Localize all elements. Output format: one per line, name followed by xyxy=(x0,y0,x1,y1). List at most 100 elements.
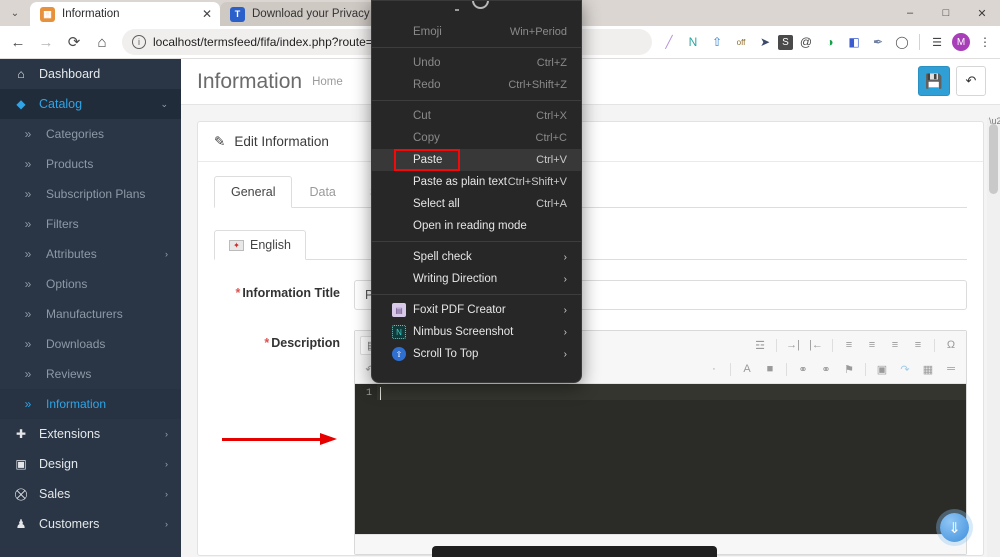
reading-list-icon[interactable]: ☰ xyxy=(926,30,948,54)
home-icon[interactable]: ⌂ xyxy=(88,28,116,56)
context-menu-item-paste-as-plain-text[interactable]: Paste as plain text Ctrl+Shift+V xyxy=(372,171,581,193)
table-icon[interactable]: ▦ xyxy=(918,360,938,379)
unlink-icon[interactable]: ⚭ xyxy=(816,360,836,379)
sidebar-item-label: Manufacturers xyxy=(46,307,123,321)
special-character-icon[interactable]: Ω xyxy=(941,336,961,355)
close-window-icon[interactable]: ✕ xyxy=(964,0,1000,26)
browser-menu-icon[interactable]: ⋮ xyxy=(974,30,996,54)
sidebar-item-customers[interactable]: ♟ Customers › xyxy=(0,509,181,539)
sidebar-item-categories[interactable]: » Categories xyxy=(0,119,181,149)
chevron-right-icon: › xyxy=(563,304,567,316)
context-menu-item-paste[interactable]: Paste Ctrl+V xyxy=(372,149,581,171)
breadcrumb[interactable]: Home xyxy=(312,76,343,88)
sidebar-item-options[interactable]: » Options xyxy=(0,269,181,299)
context-menu-item-select-all[interactable]: Select all Ctrl+A xyxy=(372,193,581,215)
text-caret xyxy=(380,387,381,400)
align-justify-icon[interactable]: ≡ xyxy=(908,336,928,355)
text-color-icon[interactable]: A xyxy=(737,360,757,379)
align-left-icon[interactable]: ≡ xyxy=(839,336,859,355)
link-icon[interactable]: ⚭ xyxy=(793,360,813,379)
sidebar-item-reviews[interactable]: » Reviews xyxy=(0,359,181,389)
stack-icon[interactable]: ✒ xyxy=(867,30,889,54)
context-menu-item-open-in-reading-mode[interactable]: Open in reading mode xyxy=(372,215,581,237)
reload-icon[interactable]: ⟳ xyxy=(60,28,88,56)
indent-icon[interactable]: |← xyxy=(806,336,826,355)
scrollbar-thumb[interactable] xyxy=(989,124,998,194)
forward-icon[interactable]: → xyxy=(32,28,60,56)
context-menu-item-emoji[interactable]: Emoji Win+Period xyxy=(372,21,581,43)
sidebar-item-extensions[interactable]: ✚ Extensions › xyxy=(0,419,181,449)
sidebar-item-manufacturers[interactable]: » Manufacturers xyxy=(0,299,181,329)
anchor-icon[interactable]: ⚑ xyxy=(839,360,859,379)
bullet-list-icon[interactable]: ☲ xyxy=(750,336,770,355)
menu-item-label: Emoji xyxy=(413,26,442,38)
adblock-off-icon[interactable]: ◑ xyxy=(819,30,841,54)
spiral-icon[interactable]: @ xyxy=(795,30,817,54)
site-info-icon[interactable]: i xyxy=(132,35,146,49)
back-button[interactable]: ↶ xyxy=(956,66,986,96)
bag-icon[interactable]: ◯ xyxy=(891,30,913,54)
image-icon[interactable]: ▣ xyxy=(872,360,892,379)
sidebar-item-dashboard[interactable]: ⌂ Dashboard xyxy=(0,59,181,89)
context-menu-item-undo[interactable]: Undo Ctrl+Z xyxy=(372,52,581,74)
sidebar-item-catalog[interactable]: ◆ Catalog ⌄ xyxy=(0,89,181,119)
s-extension-icon[interactable]: S xyxy=(778,34,793,50)
blue-book-icon[interactable]: ◧ xyxy=(843,30,865,54)
align-center-icon[interactable]: ≡ xyxy=(862,336,882,355)
pen-highlighter-icon[interactable]: ╱ xyxy=(658,30,680,54)
language-tabs: ✦ English xyxy=(214,230,967,260)
page-scrollbar[interactable]: \u25b2 xyxy=(987,116,1000,557)
off-toggle-icon[interactable]: off xyxy=(730,30,752,54)
save-button[interactable]: 💾 xyxy=(918,66,950,96)
chevron-double-icon: » xyxy=(24,337,32,351)
source-code-area[interactable]: 1 xyxy=(355,384,966,534)
tab-general[interactable]: General xyxy=(214,176,293,208)
context-menu-item-foxit-pdf-creator[interactable]: ▤ Foxit PDF Creator › xyxy=(372,299,581,321)
tab-close-icon[interactable]: ✕ xyxy=(202,7,212,21)
sidebar-item-attributes[interactable]: » Attributes › xyxy=(0,239,181,269)
context-menu-item-copy[interactable]: Copy Ctrl+C xyxy=(372,127,581,149)
flash-icon[interactable]: ↷ xyxy=(895,360,915,379)
browser-tab-privacy-policy[interactable]: T Download your Privacy Policy - xyxy=(220,2,390,26)
sidebar-item-subscription-plans[interactable]: » Subscription Plans xyxy=(0,179,181,209)
chevron-double-icon: » xyxy=(24,217,32,231)
chevron-double-icon: » xyxy=(24,277,32,291)
tab-list-chevron-icon[interactable]: ⌄ xyxy=(0,0,30,26)
context-menu-item-redo[interactable]: Redo Ctrl+Shift+Z xyxy=(372,74,581,96)
sidebar-item-sales[interactable]: ⛒ Sales › xyxy=(0,479,181,509)
context-menu-item-scroll-to-top[interactable]: ⇧ Scroll To Top › xyxy=(372,343,581,365)
context-menu-item-cut[interactable]: Cut Ctrl+X xyxy=(372,105,581,127)
code-line[interactable] xyxy=(377,384,966,534)
context-menu-item-nimbus-screenshot[interactable]: N Nimbus Screenshot › xyxy=(372,321,581,343)
tab-data[interactable]: Data xyxy=(292,176,352,208)
language-tab-label: English xyxy=(250,238,291,252)
more-options-icon[interactable]: · xyxy=(704,360,724,379)
context-menu-item-writing-direction[interactable]: Writing Direction › xyxy=(372,268,581,290)
horizontal-rule-icon[interactable]: ═ xyxy=(941,360,961,379)
sidebar-item-information[interactable]: » Information xyxy=(0,389,181,419)
outdent-icon[interactable]: →| xyxy=(783,336,803,355)
menu-item-label: Foxit PDF Creator xyxy=(413,304,506,316)
background-color-icon[interactable]: ■ xyxy=(760,360,780,379)
sidebar-item-filters[interactable]: » Filters xyxy=(0,209,181,239)
context-menu-item-spell-check[interactable]: Spell check › xyxy=(372,246,581,268)
paper-plane-icon[interactable]: ➤ xyxy=(754,30,776,54)
required-marker: * xyxy=(235,286,241,300)
back-icon[interactable]: ← xyxy=(4,28,32,56)
maximize-icon[interactable]: □ xyxy=(928,0,964,26)
avatar[interactable]: M xyxy=(950,30,972,54)
align-right-icon[interactable]: ≡ xyxy=(885,336,905,355)
tab-language-english[interactable]: ✦ English xyxy=(214,230,306,260)
sidebar-item-design[interactable]: ▣ Design › xyxy=(0,449,181,479)
browser-tab-information[interactable]: ▦ Information ✕ xyxy=(30,2,220,26)
active-line-highlight xyxy=(377,384,966,400)
cart-icon: ⛒ xyxy=(14,486,28,501)
card-body: General Data SEO ✦ English *Informatio xyxy=(198,162,983,555)
minimize-icon[interactable]: – xyxy=(892,0,928,26)
sidebar-item-products[interactable]: » Products xyxy=(0,149,181,179)
scroll-to-top-icon[interactable]: ⇧ xyxy=(706,30,728,54)
scroll-to-top-floating-button[interactable]: ⇓ xyxy=(940,513,969,542)
menu-item-label: Copy xyxy=(413,132,440,144)
sidebar-item-downloads[interactable]: » Downloads xyxy=(0,329,181,359)
nimbus-screenshot-icon[interactable]: N xyxy=(682,30,704,54)
